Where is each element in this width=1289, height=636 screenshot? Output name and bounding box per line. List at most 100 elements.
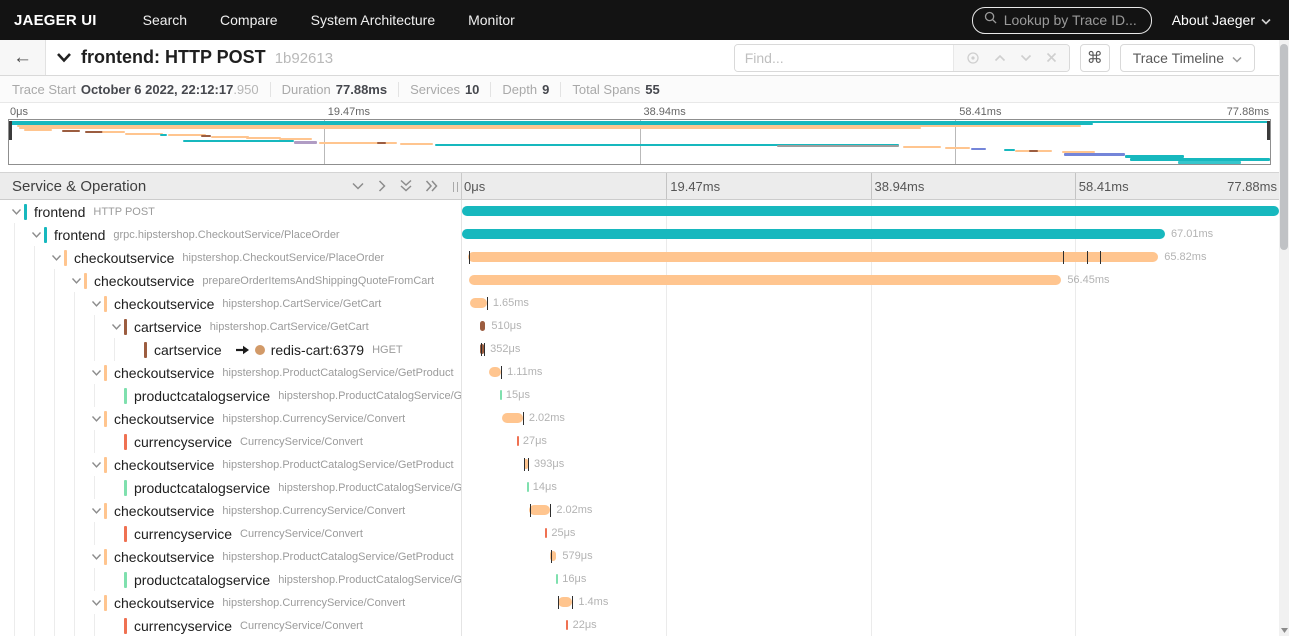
prev-match-icon[interactable]: [994, 54, 1006, 62]
span-bar-cell[interactable]: 579μs: [462, 545, 1279, 568]
span-row-tree-cell[interactable]: checkoutservice hipstershop.CartService/G…: [0, 292, 462, 315]
span-duration-bar[interactable]: [462, 229, 1165, 239]
panel-resize-grip[interactable]: [453, 182, 458, 192]
span-duration-bar[interactable]: [526, 482, 529, 492]
scrollbar-thumb[interactable]: [1280, 44, 1288, 250]
expand-chevron-icon[interactable]: [68, 277, 84, 285]
span-duration-bar[interactable]: [545, 528, 548, 538]
span-row-tree-cell[interactable]: frontend grpc.hipstershop.CheckoutService…: [0, 223, 462, 246]
span-duration-bar[interactable]: [489, 367, 502, 377]
expand-chevron-icon[interactable]: [88, 507, 104, 515]
keyboard-shortcuts-button[interactable]: ⌘: [1079, 43, 1110, 72]
minimap-canvas[interactable]: [8, 119, 1271, 165]
operation-name: hipstershop.CurrencyService/Convert: [222, 412, 406, 425]
span-bar-cell[interactable]: 16μs: [462, 568, 1279, 591]
nav-item-monitor[interactable]: Monitor: [468, 12, 515, 28]
span-bar-cell[interactable]: 510μs: [462, 315, 1279, 338]
minimap-drag-handle-right[interactable]: [1267, 121, 1270, 140]
span-bar-cell[interactable]: 56.45ms: [462, 269, 1279, 292]
span-row-tree-cell[interactable]: productcatalogservice hipstershop.Product…: [0, 476, 462, 499]
indent-guide: [14, 315, 15, 338]
span-row-tree-cell[interactable]: cartservice hipstershop.CartService/GetCa…: [0, 315, 462, 338]
span-row-tree-cell[interactable]: currencyservice CurrencyService/Convert: [0, 430, 462, 453]
span-duration-label: 27μs: [522, 435, 547, 447]
span-bar-cell[interactable]: 15μs: [462, 384, 1279, 407]
expand-chevron-icon[interactable]: [88, 369, 104, 377]
span-bar-cell[interactable]: 1.65ms: [462, 292, 1279, 315]
span-bar-cell[interactable]: 27μs: [462, 430, 1279, 453]
span-duration-bar[interactable]: [499, 390, 502, 400]
span-duration-bar[interactable]: [566, 620, 569, 630]
span-duration-bar[interactable]: [556, 574, 559, 584]
expand-chevron-icon[interactable]: [108, 323, 124, 331]
collapse-header-chevron-icon[interactable]: [56, 52, 72, 63]
span-duration-bar[interactable]: [501, 413, 523, 423]
span-row-tree-cell[interactable]: checkoutservice hipstershop.CurrencyServi…: [0, 591, 462, 614]
indent-guide: [34, 269, 35, 292]
nav-item-compare[interactable]: Compare: [220, 12, 278, 28]
span-duration-bar[interactable]: [462, 206, 1279, 216]
clear-find-icon[interactable]: [1046, 52, 1057, 63]
span-duration-bar[interactable]: [529, 505, 551, 515]
span-bar-cell[interactable]: 2.02ms: [462, 407, 1279, 430]
focus-target-icon[interactable]: [966, 51, 980, 65]
span-bar-cell[interactable]: 67.01ms: [462, 223, 1279, 246]
span-duration-bar[interactable]: [480, 321, 486, 331]
expand-chevron-icon[interactable]: [88, 415, 104, 423]
span-row-tree-cell[interactable]: productcatalogservice hipstershop.Product…: [0, 384, 462, 407]
jaeger-logo[interactable]: JAEGER UI: [14, 12, 97, 29]
vertical-scrollbar[interactable]: [1279, 40, 1289, 636]
expand-all-icon[interactable]: [425, 179, 439, 193]
span-bar-cell[interactable]: 14μs: [462, 476, 1279, 499]
nav-item-system-architecture[interactable]: System Architecture: [311, 12, 436, 28]
minimap-drag-handle-left[interactable]: [9, 121, 12, 140]
back-button[interactable]: ←: [0, 40, 46, 75]
span-bar-cell[interactable]: [462, 200, 1279, 223]
span-row-tree-cell[interactable]: checkoutservice hipstershop.ProductCatalo…: [0, 361, 462, 384]
span-bar-cell[interactable]: 65.82ms: [462, 246, 1279, 269]
span-row-tree-cell[interactable]: checkoutservice hipstershop.ProductCatalo…: [0, 453, 462, 476]
trace-lookup-box[interactable]: [971, 6, 1152, 34]
find-input[interactable]: [734, 44, 953, 71]
expand-chevron-icon[interactable]: [28, 231, 44, 239]
next-match-icon[interactable]: [1020, 54, 1032, 62]
span-row-tree-cell[interactable]: checkoutservice prepareOrderItemsAndShipp…: [0, 269, 462, 292]
span-bar-cell[interactable]: 393μs: [462, 453, 1279, 476]
nav-item-search[interactable]: Search: [143, 12, 187, 28]
span-row-tree-cell[interactable]: productcatalogservice hipstershop.Product…: [0, 568, 462, 591]
expand-chevron-icon[interactable]: [88, 553, 104, 561]
expand-chevron-icon[interactable]: [8, 208, 24, 216]
scrollbar-down-arrow[interactable]: [1279, 625, 1289, 635]
indent-guide: [94, 315, 95, 338]
span-bar-cell[interactable]: 1.11ms: [462, 361, 1279, 384]
expand-chevron-icon[interactable]: [88, 300, 104, 308]
about-jaeger-menu[interactable]: About Jaeger: [1172, 12, 1271, 28]
span-row-tree-cell[interactable]: cartservice redis-cart:6379 HGET: [0, 338, 462, 361]
expand-chevron-icon[interactable]: [88, 461, 104, 469]
span-row-tree-cell[interactable]: currencyservice CurrencyService/Convert: [0, 522, 462, 545]
span-bar-cell[interactable]: 2.02ms: [462, 499, 1279, 522]
expand-chevron-icon[interactable]: [48, 254, 64, 262]
expand-chevron-icon[interactable]: [88, 599, 104, 607]
span-row-tree-cell[interactable]: checkoutservice hipstershop.CurrencyServi…: [0, 407, 462, 430]
span-duration-bar[interactable]: [557, 597, 573, 607]
span-row-tree-cell[interactable]: checkoutservice hipstershop.ProductCatalo…: [0, 545, 462, 568]
span-bar-cell[interactable]: 1.4ms: [462, 591, 1279, 614]
collapse-one-icon[interactable]: [351, 181, 365, 191]
trace-lookup-input[interactable]: [1003, 12, 1140, 28]
span-bar-cell[interactable]: 25μs: [462, 522, 1279, 545]
span-bar-cell[interactable]: 352μs: [462, 338, 1279, 361]
span-row-tree-cell[interactable]: frontend HTTP POST: [0, 200, 462, 223]
span-duration-bar[interactable]: [467, 252, 1159, 262]
trace-view-selector[interactable]: Trace Timeline: [1119, 43, 1255, 72]
indent-guide: [54, 614, 55, 636]
span-duration-bar[interactable]: [516, 436, 519, 446]
span-row-tree-cell[interactable]: currencyservice CurrencyService/Convert: [0, 614, 462, 636]
expand-one-icon[interactable]: [377, 179, 387, 193]
span-row-tree-cell[interactable]: checkoutservice hipstershop.CurrencyServi…: [0, 499, 462, 522]
span-row-tree-cell[interactable]: checkoutservice hipstershop.CheckoutServi…: [0, 246, 462, 269]
collapse-all-icon[interactable]: [399, 179, 413, 193]
span-duration-bar[interactable]: [469, 275, 1062, 285]
span-bar-cell[interactable]: 22μs: [462, 614, 1279, 636]
span-duration-bar[interactable]: [469, 298, 487, 308]
